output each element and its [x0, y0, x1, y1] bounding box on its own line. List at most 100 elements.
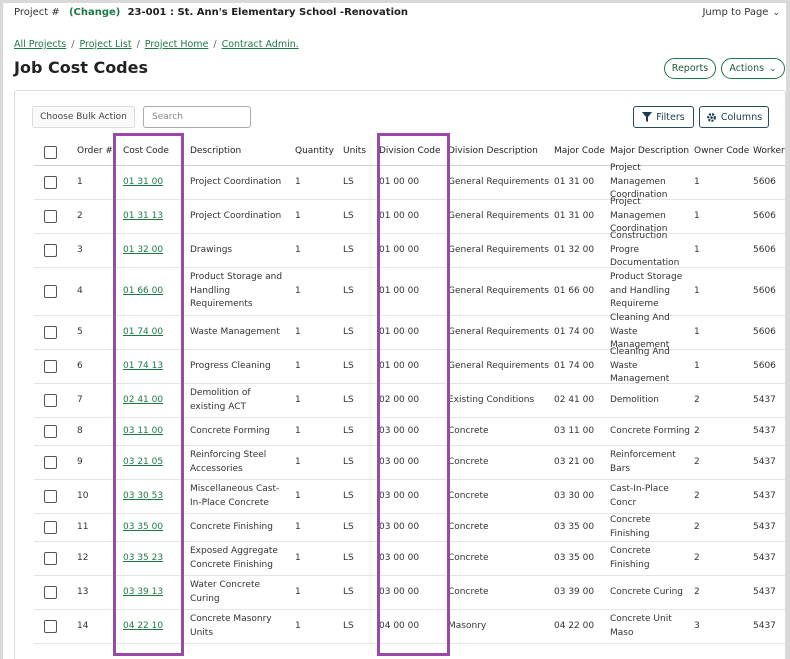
table-row[interactable]: 4 01 66 00 Product Storage and Handling Re…: [34, 268, 785, 316]
table-row[interactable]: 11 03 35 00 Concrete Finishing 1 LS 03 00 00 C…: [34, 514, 785, 542]
cost-code-link[interactable]: 01 32 00: [123, 245, 163, 255]
header-description[interactable]: Description: [188, 145, 293, 159]
header-cost-code[interactable]: Cost Code: [121, 145, 188, 159]
table-row[interactable]: 13 03 39 13 Water Concrete Curing 1 LS 03 00 …: [34, 576, 785, 610]
cost-code-link[interactable]: 03 39 13: [123, 587, 163, 597]
columns-label: Columns: [720, 111, 763, 123]
cost-code-link[interactable]: 01 74 13: [123, 361, 163, 371]
header-major-description[interactable]: Major Description: [608, 145, 692, 159]
row-checkbox[interactable]: [44, 176, 57, 189]
row-checkbox[interactable]: [44, 586, 57, 599]
header-workers[interactable]: Workers: [751, 145, 785, 159]
breadcrumb-contract-admin[interactable]: Contract Admin.: [222, 39, 299, 50]
bulk-action-button[interactable]: Choose Bulk Action: [32, 106, 135, 128]
jump-to-page-menu[interactable]: Jump to Page ⌄: [702, 7, 780, 18]
select-all-checkbox[interactable]: [44, 145, 57, 159]
cost-code-cell: 03 39 13: [121, 586, 188, 600]
major-description-cell: Product Storage and Handling Requireme: [610, 272, 683, 310]
row-checkbox[interactable]: [44, 285, 57, 298]
search-input[interactable]: [143, 106, 251, 128]
header-owner-code[interactable]: Owner Code: [692, 145, 751, 159]
cost-code-link[interactable]: 03 30 53: [123, 491, 163, 501]
description-cell: Concrete Forming: [190, 425, 270, 436]
row-select-cell: [34, 244, 75, 257]
change-project-link[interactable]: (Change): [69, 7, 120, 18]
chevron-down-icon: ⌄: [772, 8, 780, 18]
breadcrumb-project-home[interactable]: Project Home: [145, 39, 209, 50]
division-description-cell: General Requirements: [448, 176, 549, 187]
row-checkbox[interactable]: [44, 326, 57, 339]
row-checkbox[interactable]: [44, 360, 57, 373]
header-major-code[interactable]: Major Code: [552, 145, 608, 159]
quantity-cell: 1: [295, 586, 301, 597]
owner-code-cell: 1: [694, 326, 700, 337]
cost-code-link[interactable]: 01 66 00: [123, 286, 163, 296]
actions-button[interactable]: Actions ⌄: [721, 58, 785, 79]
table-row[interactable]: 14 04 22 10 Concrete Masonry Units 1 LS 04 00…: [34, 610, 785, 644]
table-row[interactable]: 8 03 11 00 Concrete Forming 1 LS 03 00 00 Conc…: [34, 418, 785, 446]
cost-code-link[interactable]: 04 22 10: [123, 621, 163, 631]
quantity-cell: 1: [295, 552, 301, 563]
row-select-cell: [34, 586, 75, 599]
order-cell: 6: [77, 360, 83, 371]
cost-code-cell: 01 32 00: [121, 244, 188, 258]
cost-code-link[interactable]: 03 21 05: [123, 457, 163, 467]
columns-button[interactable]: Columns: [699, 106, 769, 128]
units-cell: LS: [343, 360, 354, 371]
header-units[interactable]: Units: [341, 145, 377, 159]
owner-code-cell: 2: [694, 425, 700, 436]
row-checkbox[interactable]: [44, 552, 57, 565]
table-row[interactable]: 10 03 30 53 Miscellaneous Cast-In-Place Co…: [34, 480, 785, 514]
header-quantity[interactable]: Quantity: [293, 145, 341, 159]
row-checkbox[interactable]: [44, 490, 57, 503]
row-checkbox[interactable]: [44, 244, 57, 257]
reports-button[interactable]: Reports: [664, 58, 716, 79]
cost-code-link[interactable]: 01 31 13: [123, 211, 163, 221]
description-cell: Water Concrete Curing: [190, 580, 261, 604]
row-select-cell: [34, 425, 75, 438]
breadcrumb-all-projects[interactable]: All Projects: [14, 39, 66, 50]
table-row[interactable]: 1 01 31 00 Project Coordination 1 LS 01 00 00…: [34, 163, 785, 200]
table-row[interactable]: 3 01 32 00 Drawings 1 LS 01 00 00 General Requ…: [34, 231, 785, 268]
cost-code-link[interactable]: 03 35 00: [123, 522, 163, 532]
filters-label: Filters: [656, 111, 685, 123]
major-description-cell: Reinforcement Bars: [610, 450, 676, 474]
major-code-cell: 01 31 00: [554, 176, 595, 187]
workers-cell: 5437: [753, 456, 776, 467]
filters-button[interactable]: Filters: [633, 106, 694, 128]
table-row[interactable]: 6 01 74 13 Progress Cleaning 1 LS 01 00 00 Gen…: [34, 347, 785, 384]
bulk-action-label: Choose Bulk Action: [40, 112, 127, 122]
cost-code-link[interactable]: 02 41 00: [123, 395, 163, 405]
row-checkbox[interactable]: [44, 521, 57, 534]
major-description-cell: Concrete Finishing: [610, 546, 651, 570]
table-row[interactable]: 2 01 31 13 Project Coordination 1 LS 01 00 00…: [34, 197, 785, 234]
quantity-cell: 1: [295, 521, 301, 532]
table-row[interactable]: 9 03 21 05 Reinforcing Steel Accessories 1 L…: [34, 446, 785, 480]
row-checkbox[interactable]: [44, 456, 57, 469]
workers-cell: 5606: [753, 176, 776, 187]
table-row[interactable]: 5 01 74 00 Waste Management 1 LS 01 00 00 Gene…: [34, 313, 785, 350]
workers-cell: 5437: [753, 490, 776, 501]
quantity-cell: 1: [295, 394, 301, 405]
row-checkbox[interactable]: [44, 620, 57, 633]
cost-code-link[interactable]: 03 11 00: [123, 426, 163, 436]
select-all-cell: [34, 145, 75, 159]
cost-code-link[interactable]: 01 74 00: [123, 327, 163, 337]
cost-code-link[interactable]: 03 35 23: [123, 553, 163, 563]
major-description-cell: Concrete Finishing: [610, 515, 651, 539]
row-checkbox[interactable]: [44, 394, 57, 407]
header-order[interactable]: Order #: [75, 145, 121, 159]
project-topbar: Project # (Change) 23-001 : St. Ann's El…: [3, 3, 786, 25]
order-cell: 1: [77, 176, 83, 187]
row-checkbox[interactable]: [44, 425, 57, 438]
quantity-cell: 1: [295, 244, 301, 255]
header-division-code[interactable]: Division Code: [377, 145, 446, 159]
cost-code-link[interactable]: 01 31 00: [123, 177, 163, 187]
row-select-cell: [34, 210, 75, 223]
owner-code-cell: 1: [694, 244, 700, 255]
breadcrumb-project-list[interactable]: Project List: [79, 39, 131, 50]
table-row[interactable]: 7 02 41 00 Demolition of existing ACT 1 LS 02…: [34, 384, 785, 418]
header-division-description[interactable]: Division Description: [446, 145, 552, 159]
row-checkbox[interactable]: [44, 210, 57, 223]
table-row[interactable]: 12 03 35 23 Exposed Aggregate Concrete Fin…: [34, 542, 785, 576]
